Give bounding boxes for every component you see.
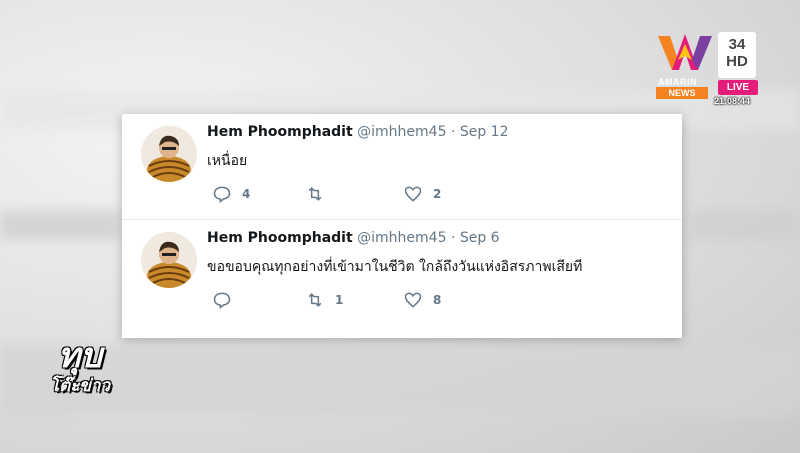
separator: · <box>450 124 456 140</box>
retweet-button[interactable] <box>305 184 335 204</box>
heart-icon <box>404 186 422 202</box>
reply-count: 4 <box>242 187 251 201</box>
heart-icon <box>404 292 422 308</box>
tweet-list-card: Hem Phoomphadit @imhhem45 · Sep 12 เหนื่… <box>122 114 682 338</box>
amarin-logo-icon <box>658 34 712 70</box>
show-title-bottom: โต๊ะข่าว <box>50 376 111 396</box>
separator: · <box>450 230 456 246</box>
like-button[interactable]: 2 <box>403 184 441 204</box>
channel-format: HD <box>726 53 748 70</box>
like-count: 8 <box>433 293 442 307</box>
tweet-text: เหนื่อย <box>207 153 248 169</box>
like-button[interactable]: 8 <box>403 290 441 310</box>
tweet[interactable]: Hem Phoomphadit @imhhem45 · Sep 12 เหนื่… <box>122 114 682 220</box>
reply-button[interactable]: 4 <box>212 184 250 204</box>
channel-logo: AMARIN NEWS 34 HD LIVE 21:08:44 <box>652 30 760 110</box>
retweet-button[interactable]: 1 <box>305 290 343 310</box>
retweet-icon <box>308 293 322 307</box>
broadcast-clock: 21:08:44 <box>714 96 751 106</box>
avatar[interactable] <box>141 126 197 182</box>
like-count: 2 <box>433 187 442 201</box>
tweet-date[interactable]: Sep 6 <box>460 230 500 246</box>
show-logo: ทุบ โต๊ะข่าว <box>50 328 128 400</box>
tweet-header: Hem Phoomphadit @imhhem45 · Sep 12 <box>207 124 509 140</box>
tweet-actions: 4 2 <box>207 184 537 208</box>
author-handle[interactable]: @imhhem45 <box>357 230 446 246</box>
live-badge: LIVE <box>718 80 758 95</box>
news-label: NEWS <box>656 87 708 99</box>
channel-brand: AMARIN <box>658 77 697 87</box>
tweet-actions: 1 8 <box>207 290 537 314</box>
author-handle[interactable]: @imhhem45 <box>357 124 446 140</box>
avatar[interactable] <box>141 232 197 288</box>
profile-photo-icon <box>141 126 197 182</box>
profile-photo-icon <box>141 232 197 288</box>
author-name[interactable]: Hem Phoomphadit <box>207 124 353 140</box>
author-name[interactable]: Hem Phoomphadit <box>207 230 353 246</box>
tweet-date[interactable]: Sep 12 <box>460 124 509 140</box>
channel-number-badge: 34 HD <box>718 32 756 78</box>
retweet-count: 1 <box>335 293 344 307</box>
reply-icon <box>213 186 231 203</box>
tweet-header: Hem Phoomphadit @imhhem45 · Sep 6 <box>207 230 500 246</box>
channel-number: 34 <box>728 36 746 53</box>
tweet[interactable]: Hem Phoomphadit @imhhem45 · Sep 6 ขอขอบค… <box>122 220 682 325</box>
tweet-text: ขอขอบคุณทุกอย่างที่เข้ามาในชีวิต ใกล้ถึง… <box>207 259 583 275</box>
retweet-icon <box>308 187 322 201</box>
reply-icon <box>213 292 231 309</box>
reply-button[interactable] <box>212 290 242 310</box>
